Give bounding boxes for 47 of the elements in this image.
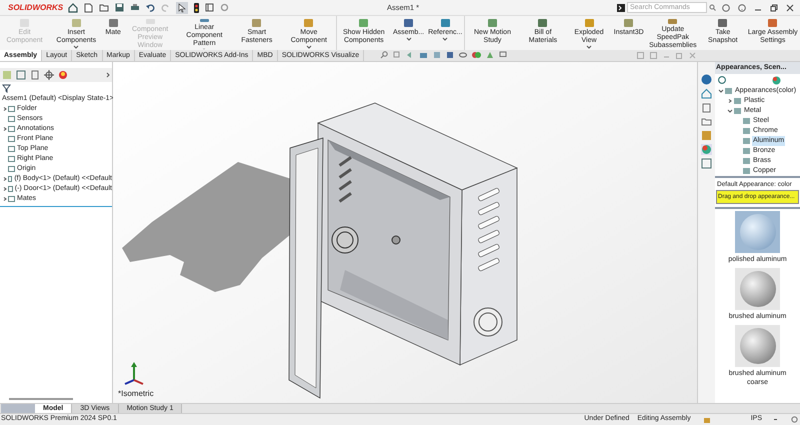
select-pointer-icon[interactable]	[176, 2, 188, 14]
home-icon[interactable]	[68, 2, 78, 12]
library-icon[interactable]	[701, 102, 712, 113]
hide-show-icon[interactable]	[459, 51, 468, 59]
undo-icon[interactable]	[146, 3, 155, 12]
close-icon[interactable]	[786, 4, 794, 12]
tile-icon[interactable]	[637, 52, 644, 58]
expand-caret[interactable]	[2, 197, 8, 201]
options-icon[interactable]	[205, 3, 214, 12]
zoom-area-icon[interactable]	[393, 51, 402, 59]
expanded-caret[interactable]	[718, 89, 724, 93]
search-icon	[709, 4, 716, 11]
display-style-icon[interactable]	[446, 51, 454, 59]
crosshair-icon[interactable]	[44, 70, 54, 80]
section-view-icon[interactable]	[419, 51, 428, 59]
collapsed-caret[interactable]	[727, 99, 733, 103]
terminal-icon	[617, 4, 625, 12]
display-manager-icon[interactable]	[58, 70, 68, 80]
palette-icon[interactable]	[701, 130, 712, 141]
traffic-light-icon[interactable]	[194, 2, 199, 12]
configuration-icon[interactable]	[30, 70, 40, 80]
new-document-icon[interactable]	[84, 2, 93, 12]
expand-caret[interactable]	[2, 187, 8, 191]
back-icon[interactable]	[718, 76, 726, 84]
material-swatch[interactable]	[735, 268, 780, 310]
panel-icon[interactable]	[701, 158, 712, 169]
help-icon[interactable]	[738, 4, 746, 12]
axis-triad-drawing	[124, 362, 144, 385]
scrollbar[interactable]	[9, 398, 73, 400]
material-swatch[interactable]	[735, 210, 780, 253]
save-icon[interactable]	[115, 3, 124, 12]
expand-caret[interactable]	[2, 127, 8, 131]
app-logo: SOLIDWORKS	[8, 2, 64, 14]
print-icon[interactable]	[130, 3, 140, 12]
zoom-fit-icon[interactable]	[380, 51, 388, 59]
chevron-icon[interactable]	[106, 72, 110, 78]
view-label: *Isometric	[118, 388, 154, 400]
home-icon[interactable]	[701, 88, 712, 99]
restore-icon[interactable]	[770, 4, 778, 12]
expand-caret[interactable]	[2, 177, 8, 181]
globe-icon[interactable]	[701, 74, 712, 85]
filter-icon[interactable]	[2, 84, 12, 93]
material-swatch[interactable]	[735, 324, 780, 367]
property-icon[interactable]	[16, 70, 26, 80]
expand-caret[interactable]	[2, 107, 8, 111]
expanded-caret[interactable]	[727, 109, 733, 113]
monitor-icon[interactable]	[499, 51, 508, 59]
